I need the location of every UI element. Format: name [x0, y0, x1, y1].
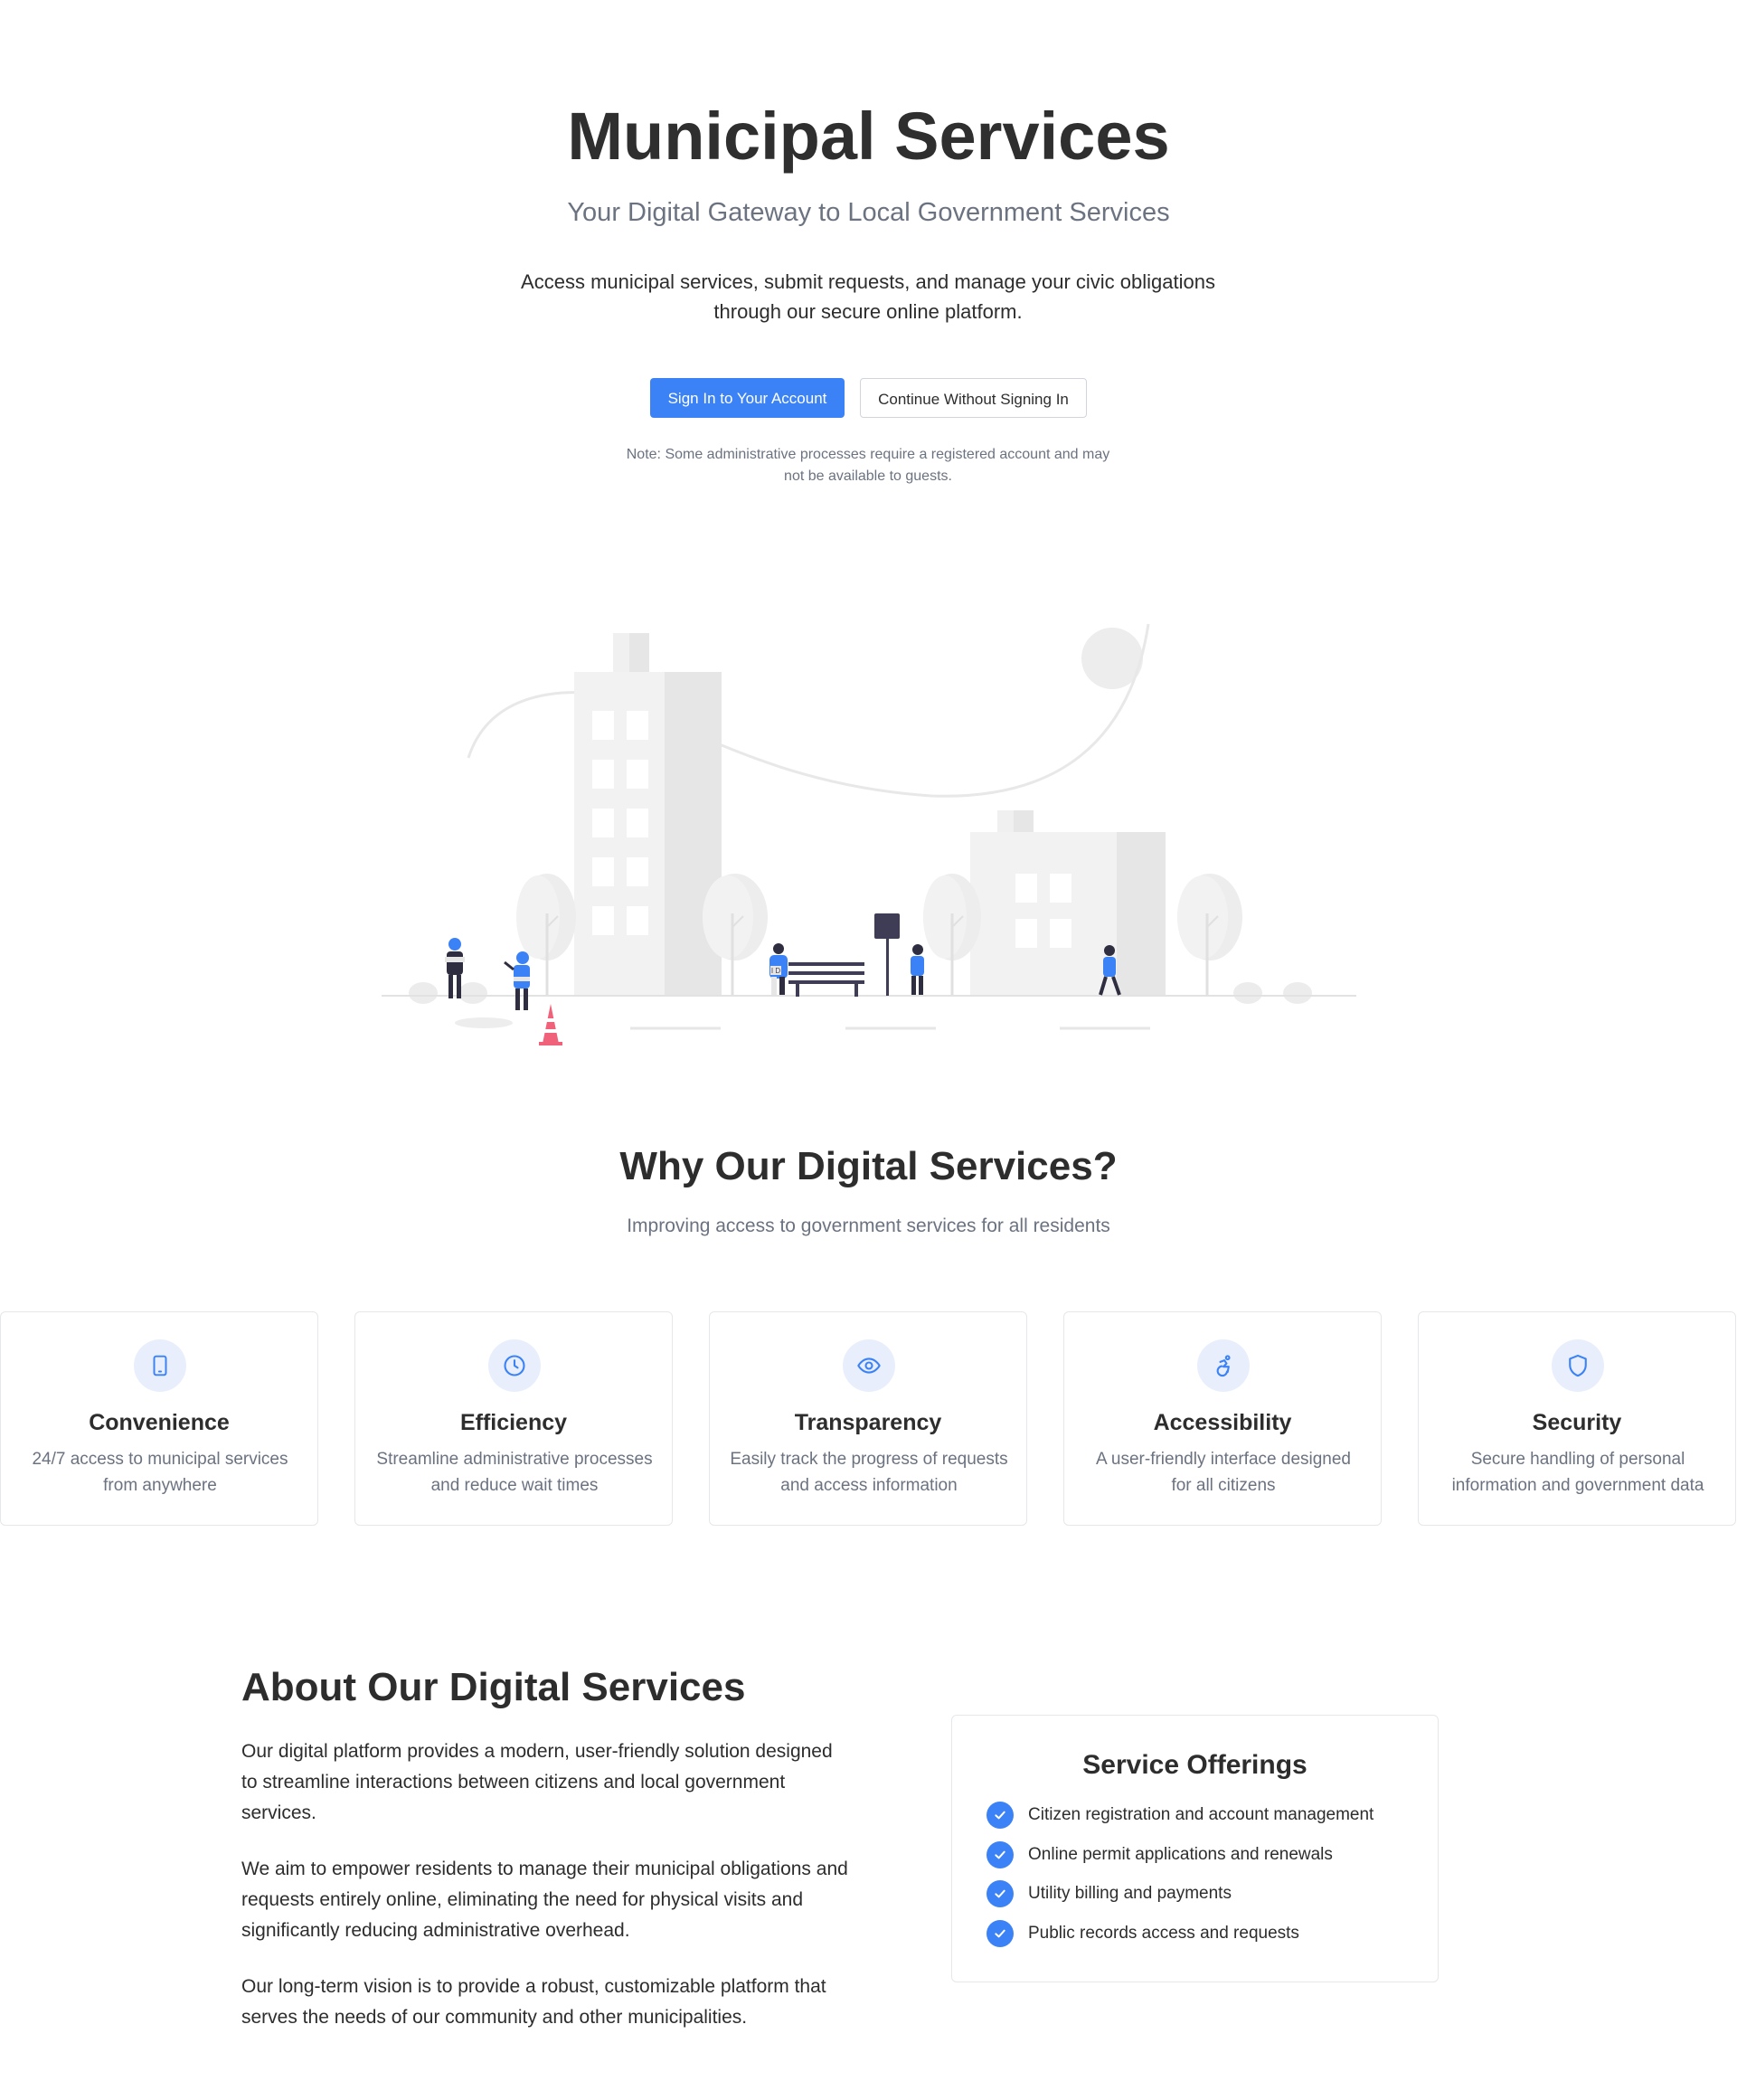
- feature-title: Accessibility: [1153, 1410, 1292, 1435]
- feature-card-transparency: Transparency Easily track the progress o…: [709, 1311, 1027, 1526]
- feature-title: Convenience: [89, 1410, 230, 1435]
- feature-card-accessibility: Accessibility A user-friendly interface …: [1063, 1311, 1382, 1526]
- city-illustration: I D: [371, 615, 1365, 1058]
- clock-icon: [488, 1339, 541, 1392]
- service-offerings-card: Service Offerings Citizen registration a…: [951, 1715, 1439, 1982]
- feature-description: 24/7 access to municipal services from a…: [32, 1450, 288, 1495]
- shield-icon: [1552, 1339, 1604, 1392]
- tall-building: [574, 633, 722, 995]
- traffic-cone: [539, 1004, 562, 1045]
- about-paragraph: Our long-term vision is to provide a rob…: [241, 1976, 826, 2028]
- worker-figure-2: [504, 951, 530, 1010]
- offering-item: Public records access and requests: [987, 1920, 1299, 1947]
- feature-description: Easily track the progress of requests an…: [730, 1450, 1008, 1495]
- offering-label: Public records access and requests: [1028, 1924, 1299, 1943]
- service-offerings-title: Service Offerings: [1082, 1750, 1307, 1780]
- about-section-title: About Our Digital Services: [241, 1665, 746, 1709]
- check-icon: [987, 1920, 1014, 1947]
- person-at-sign: [911, 944, 924, 995]
- feature-title: Security: [1532, 1410, 1622, 1435]
- hero-lead-text: Access municipal services, submit reques…: [521, 270, 1215, 323]
- feature-card-security: Security Secure handling of personal inf…: [1418, 1311, 1736, 1526]
- offering-label: Citizen registration and account managem…: [1028, 1805, 1374, 1824]
- person-with-id: I D: [769, 943, 788, 995]
- feature-title: Efficiency: [459, 1410, 568, 1435]
- feature-card-efficiency: Efficiency Streamline administrative pro…: [354, 1311, 673, 1526]
- feature-card-convenience: Convenience 24/7 access to municipal ser…: [0, 1311, 318, 1526]
- offering-label: Online permit applications and renewals: [1028, 1845, 1333, 1864]
- offering-item: Utility billing and payments: [987, 1880, 1232, 1907]
- page-title: Municipal Services: [567, 99, 1170, 174]
- trees: [409, 874, 1312, 1004]
- short-building: [970, 810, 1166, 995]
- city-illustration-svg: I D: [382, 623, 1356, 1045]
- mobile-icon: [134, 1339, 186, 1392]
- feature-description: Streamline administrative processes and …: [376, 1450, 653, 1495]
- feature-description: A user-friendly interface designed for a…: [1096, 1450, 1351, 1495]
- continue-as-guest-button[interactable]: Continue Without Signing In: [860, 378, 1087, 418]
- offering-label: Utility billing and payments: [1028, 1884, 1232, 1903]
- page-subtitle: Your Digital Gateway to Local Government…: [567, 198, 1170, 227]
- sky-curve: [467, 623, 1150, 798]
- bench: [788, 962, 864, 997]
- about-paragraph: Our digital platform provides a modern, …: [241, 1741, 833, 1823]
- feature-title: Transparency: [794, 1410, 942, 1435]
- guest-note: Note: Some administrative processes requ…: [626, 447, 1110, 484]
- eye-icon: [843, 1339, 895, 1392]
- sign-in-button[interactable]: Sign In to Your Account: [650, 378, 845, 418]
- id-sign-text: I D: [771, 967, 780, 975]
- check-icon: [987, 1841, 1014, 1868]
- sign-post: [874, 913, 900, 996]
- offering-item: Citizen registration and account managem…: [987, 1802, 1374, 1829]
- offering-item: Online permit applications and renewals: [987, 1841, 1333, 1868]
- why-section-title: Why Our Digital Services?: [619, 1144, 1118, 1188]
- why-section-subtitle: Improving access to government services …: [627, 1216, 1110, 1236]
- check-icon: [987, 1802, 1014, 1829]
- feature-description: Secure handling of personal information …: [1451, 1450, 1704, 1495]
- about-paragraph: We aim to empower residents to manage th…: [241, 1859, 848, 1941]
- check-icon: [987, 1880, 1014, 1907]
- accessibility-icon: [1197, 1339, 1250, 1392]
